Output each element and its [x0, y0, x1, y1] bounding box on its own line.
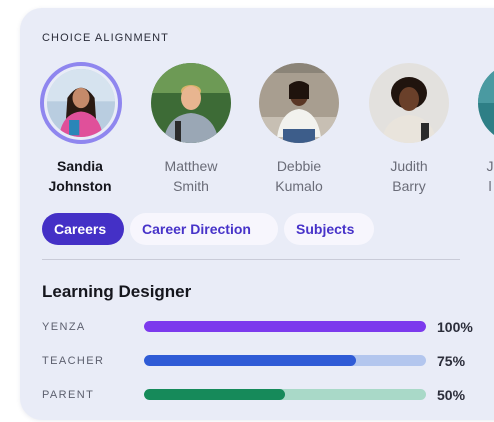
progress-fill-parent	[144, 389, 285, 400]
bar-label-yenza: YENZA	[42, 321, 86, 333]
bar-label-parent: PARENT	[42, 389, 95, 401]
progress-track-yenza	[144, 321, 426, 332]
percent-yenza: 100%	[437, 319, 473, 335]
person-name-sandia-johnston[interactable]: Sandia Johnston	[30, 156, 130, 196]
tab-career-direction[interactable]: Career Direction	[130, 213, 278, 245]
tab-careers[interactable]: Careers	[42, 213, 124, 245]
person-name-matthew-smith[interactable]: Matthew Smith	[141, 156, 241, 196]
page: CHOICE ALIGNMENT Sandia Johnston Matthew…	[0, 0, 494, 422]
avatar-matthew-smith[interactable]	[151, 63, 231, 143]
avatar-judith-barry[interactable]	[369, 63, 449, 143]
person-portrait-icon	[259, 63, 339, 143]
role-title: Learning Designer	[42, 282, 192, 301]
tab-subjects[interactable]: Subjects	[284, 213, 374, 245]
divider	[42, 259, 460, 260]
person-portrait-icon	[47, 69, 115, 137]
bar-label-teacher: TEACHER	[42, 355, 105, 367]
section-label: CHOICE ALIGNMENT	[42, 32, 170, 44]
avatar-sandia-johnston[interactable]	[40, 62, 122, 144]
percent-parent: 50%	[437, 387, 466, 403]
avatar-photo	[47, 69, 115, 137]
person-name-partial[interactable]: J l	[440, 156, 494, 196]
person-portrait-icon	[151, 63, 231, 143]
progress-fill-teacher	[144, 355, 356, 366]
percent-teacher: 75%	[437, 353, 466, 369]
person-portrait-icon	[369, 63, 449, 143]
progress-track-teacher	[144, 355, 426, 366]
person-name-debbie-kumalo[interactable]: Debbie Kumalo	[249, 156, 349, 196]
avatar-debbie-kumalo[interactable]	[259, 63, 339, 143]
progress-fill-yenza	[144, 321, 426, 332]
progress-track-parent	[144, 389, 426, 400]
